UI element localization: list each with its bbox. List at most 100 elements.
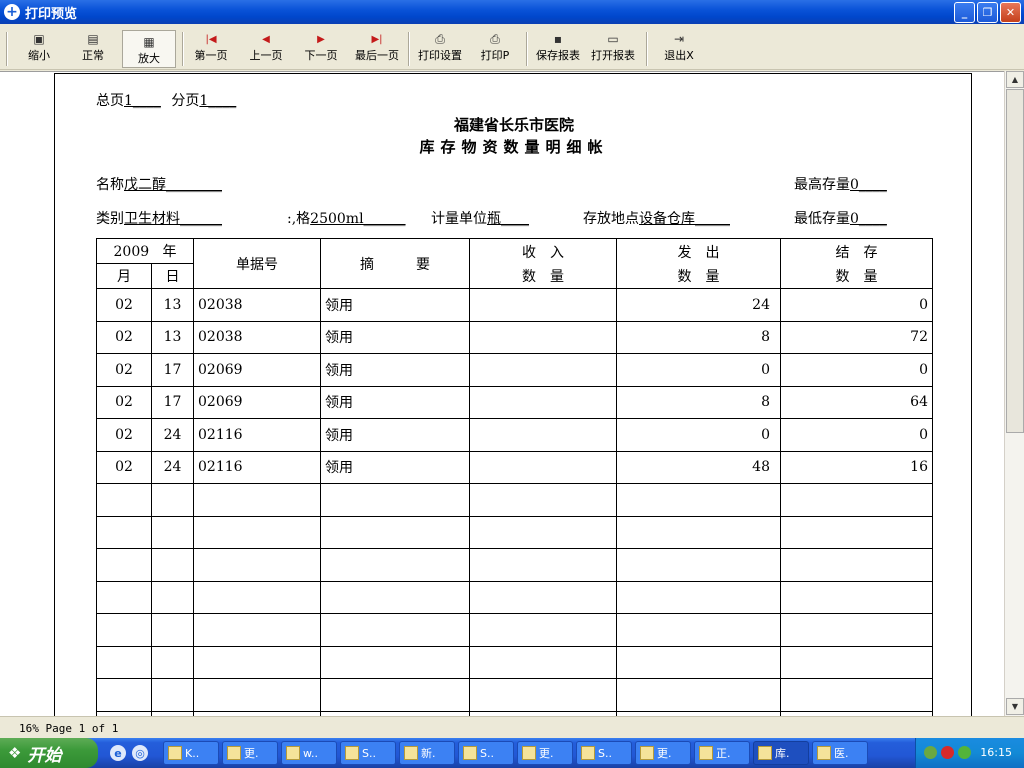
scroll-down-arrow-icon[interactable]: ▼ — [1006, 698, 1024, 715]
task-label: 库. — [775, 747, 790, 760]
spec-field: :,格2500ml______ — [287, 208, 406, 228]
start-label: 开始 — [27, 745, 62, 766]
table-cell-empty — [616, 678, 781, 712]
exit-button[interactable]: ⇥ 退出X — [658, 32, 700, 66]
media-icon[interactable]: ◎ — [132, 745, 148, 761]
task-label: 更. — [539, 747, 554, 760]
table-cell-doc: 02069 — [193, 385, 321, 419]
table-cell-empty — [780, 645, 933, 679]
close-button[interactable]: ✕ — [1000, 2, 1021, 23]
table-cell-empty — [96, 580, 152, 614]
taskbar-task-button[interactable]: 正. — [694, 741, 750, 765]
table-cell-bal: 0 — [780, 418, 933, 452]
print-setup-button[interactable]: ⎙ 打印设置 — [414, 32, 466, 66]
task-app-icon — [581, 746, 595, 760]
table-cell-out: 0 — [616, 418, 781, 452]
table-cell-month: 02 — [96, 320, 152, 354]
taskbar-task-button[interactable]: K.. — [163, 741, 219, 765]
stop-icon[interactable] — [941, 746, 954, 759]
table-cell-month: 02 — [96, 288, 152, 322]
shrink-button[interactable]: ▣ 缩小 — [18, 32, 60, 66]
table-cell-out: 48 — [616, 450, 781, 484]
table-cell-empty — [96, 548, 152, 582]
balance-header-top: 结 存 — [835, 244, 878, 261]
taskbar-task-button[interactable]: S.. — [576, 741, 632, 765]
vertical-scrollbar[interactable]: ▲ ▼ — [1004, 71, 1024, 716]
first-page-button[interactable]: |◀ 第一页 — [190, 32, 232, 66]
sub-page-label: 分页 — [171, 93, 200, 109]
task-label: 医. — [834, 747, 849, 760]
zoom-button[interactable]: ▦ 放大 — [122, 30, 176, 68]
table-cell-empty — [96, 515, 152, 549]
open-report-button[interactable]: ▭ 打开报表 — [587, 32, 639, 66]
task-label: 正. — [716, 747, 731, 760]
restore-button[interactable]: ❐ — [977, 2, 998, 23]
save-report-button[interactable]: ▪ 保存报表 — [532, 32, 584, 66]
table-cell-empty — [96, 613, 152, 647]
taskbar-task-button[interactable]: w.. — [281, 741, 337, 765]
normal-button[interactable]: ▤ 正常 — [72, 32, 114, 66]
table-cell-out: 0 — [616, 353, 781, 387]
table-cell-day: 24 — [151, 450, 194, 484]
table-row-empty — [96, 483, 933, 517]
issue-header: 发 出 数 量 — [616, 238, 781, 289]
taskbar-task-button[interactable]: 更. — [635, 741, 691, 765]
table-cell-empty — [616, 613, 781, 647]
max-stock-label: 最高存量 — [794, 177, 850, 193]
table-cell-out: 8 — [616, 320, 781, 354]
balance-header-bottom: 数 量 — [835, 268, 878, 285]
prev-page-button[interactable]: ◀ 上一页 — [245, 32, 287, 66]
taskbar-task-button[interactable]: 医. — [812, 741, 868, 765]
network-icon[interactable] — [924, 746, 937, 759]
taskbar-task-button[interactable]: 更. — [517, 741, 573, 765]
income-header-top: 收 入 — [522, 244, 564, 261]
scrollbar-thumb[interactable] — [1006, 89, 1024, 433]
ie-icon[interactable]: e — [110, 745, 126, 761]
task-label: 新. — [421, 747, 436, 760]
table-cell-doc: 02116 — [193, 450, 321, 484]
table-cell-empty — [469, 645, 617, 679]
taskbar-task-button[interactable]: 库. — [753, 741, 809, 765]
minimize-button[interactable]: _ — [954, 2, 975, 23]
table-cell-day: 17 — [151, 385, 194, 419]
table-cell-day: 17 — [151, 353, 194, 387]
scroll-up-arrow-icon[interactable]: ▲ — [1006, 71, 1024, 88]
item-name-field: 名称戊二醇________ — [96, 174, 222, 194]
status-text: 16% Page 1 of 1 — [19, 722, 119, 735]
taskbar-task-button[interactable]: 更. — [222, 741, 278, 765]
year-value: 2009 — [113, 244, 150, 260]
issue-header-bottom: 数 量 — [677, 268, 720, 285]
location-field: 存放地点设备仓库_____ — [583, 208, 730, 228]
table-row: 02 17 02069 领用 8 64 — [96, 385, 933, 419]
print-button[interactable]: ⎙ 打印P — [474, 32, 516, 66]
exit-label: 退出X — [664, 49, 694, 62]
last-page-button[interactable]: ▶| 最后一页 — [350, 32, 404, 66]
preview-area[interactable]: 总页1____ 分页1____ 福建省长乐市医院 库存物资数量明细帐 名称戊二醇… — [0, 71, 1004, 716]
prev-page-label: 上一页 — [249, 49, 283, 62]
table-cell-empty — [151, 483, 194, 517]
table-row: 02 13 02038 领用 24 0 — [96, 288, 933, 322]
total-pages-field: 总页1____ 分页1____ — [96, 90, 236, 110]
table-cell-in — [469, 418, 617, 452]
taskbar-task-button[interactable]: S.. — [458, 741, 514, 765]
min-stock-value: 0____ — [850, 211, 887, 227]
toolbar-separator — [6, 32, 8, 66]
table-row-empty — [96, 548, 933, 582]
taskbar-task-button[interactable]: 新. — [399, 741, 455, 765]
start-button[interactable]: ❖ 开始 — [0, 738, 98, 768]
max-stock-value: 0____ — [850, 177, 887, 193]
next-page-label: 下一页 — [304, 49, 338, 62]
security-icon[interactable] — [958, 746, 971, 759]
min-stock-field: 最低存量0____ — [794, 208, 887, 228]
table-cell-doc: 02116 — [193, 418, 321, 452]
shrink-label: 缩小 — [28, 49, 50, 62]
table-cell-empty — [780, 580, 933, 614]
first-page-icon: |◀ — [205, 34, 217, 45]
next-page-button[interactable]: ▶ 下一页 — [300, 32, 342, 66]
taskbar-task-button[interactable]: S.. — [340, 741, 396, 765]
table-row-empty — [96, 645, 933, 679]
table-cell-day: 13 — [151, 288, 194, 322]
table-cell-bal: 16 — [780, 450, 933, 484]
table-cell-empty — [193, 613, 321, 647]
table-row-empty — [96, 678, 933, 712]
